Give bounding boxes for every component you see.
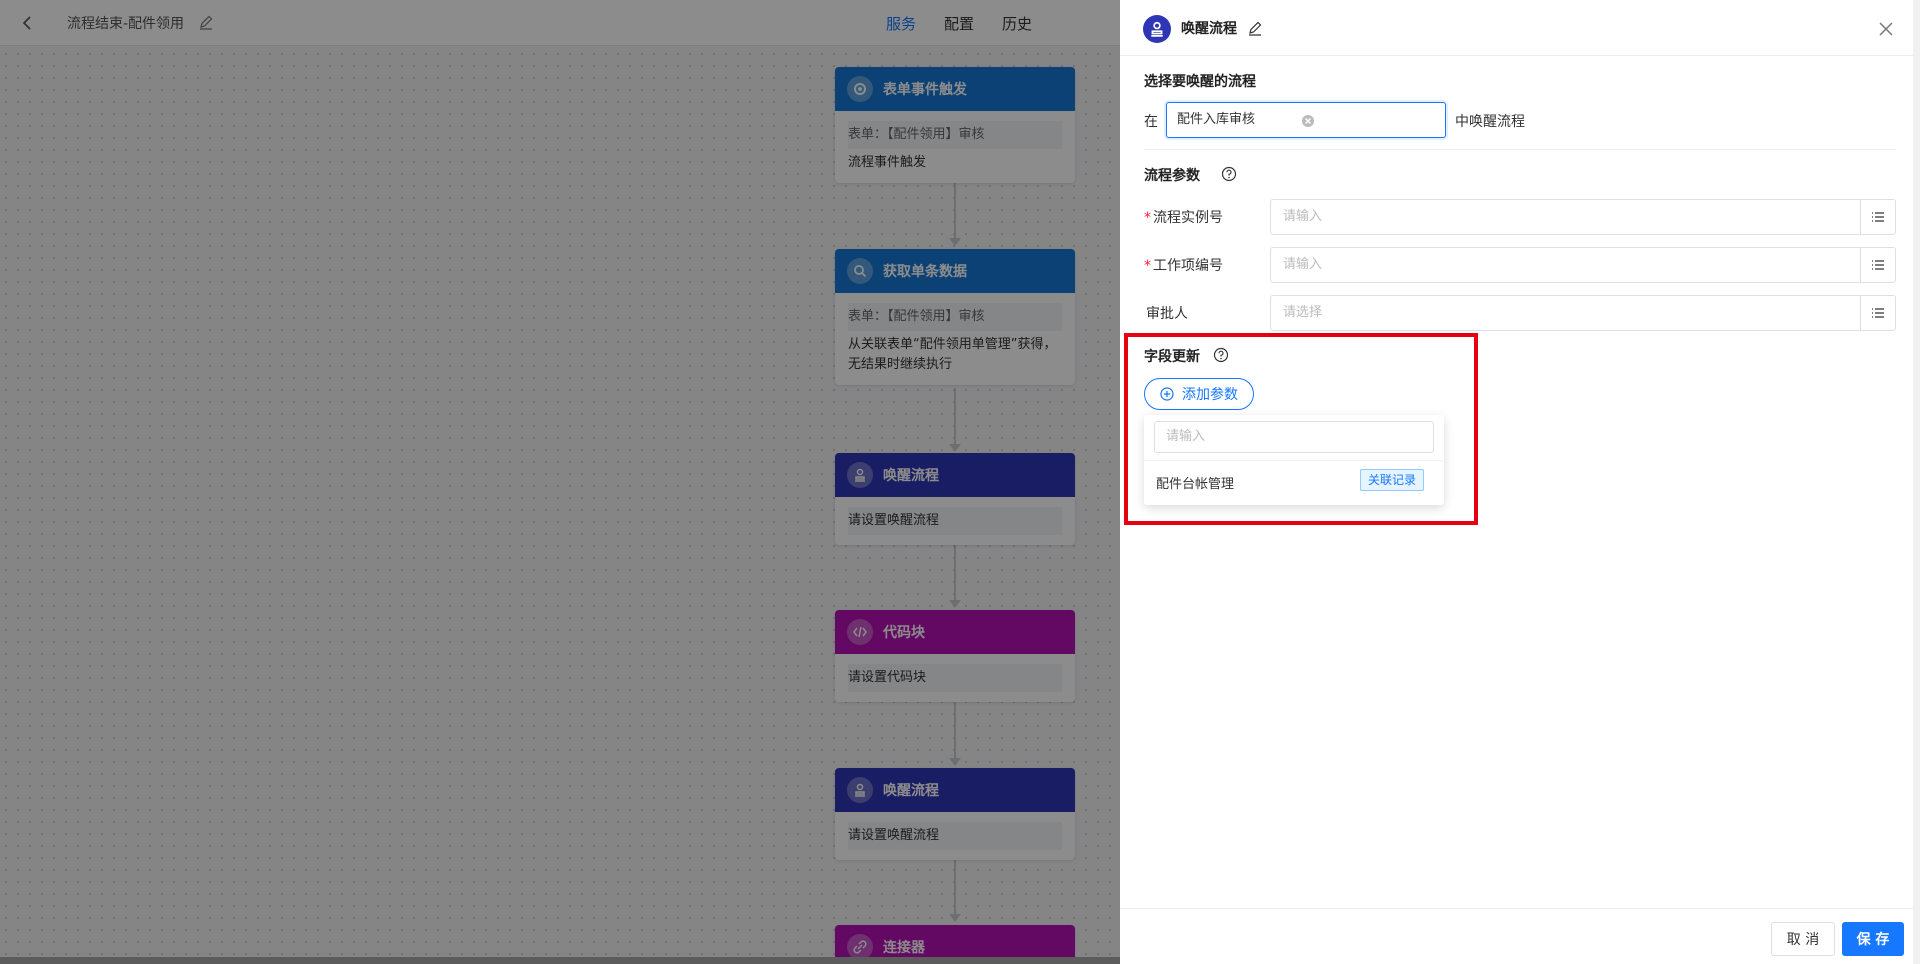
flow-select-value: 配件入库审核 xyxy=(1177,112,1256,127)
horizontal-scrollbar[interactable] xyxy=(0,957,1120,964)
drawer-title: 唤醒流程 xyxy=(1181,21,1237,37)
modal-mask[interactable] xyxy=(0,0,1120,964)
close-icon[interactable] xyxy=(1876,19,1896,39)
param-label: * 流程实例号 xyxy=(1144,210,1223,226)
edit-title-icon[interactable] xyxy=(1247,20,1263,36)
select-flow-title: 选择要唤醒的流程 xyxy=(1144,74,1256,90)
param-label: * 工作项编号 xyxy=(1144,258,1223,274)
stamp-icon xyxy=(1143,15,1171,43)
list-icon xyxy=(1872,308,1884,318)
select-prefix: 在 xyxy=(1144,114,1158,130)
save-button[interactable]: 保 存 xyxy=(1842,922,1904,956)
list-icon xyxy=(1872,260,1884,270)
drawer-header: 唤醒流程 xyxy=(1120,0,1920,56)
select-suffix: 中唤醒流程 xyxy=(1455,114,1525,130)
param-list-button[interactable] xyxy=(1860,295,1896,331)
clear-icon[interactable] xyxy=(1301,114,1315,128)
param-input-workitem-id[interactable]: 请输入 xyxy=(1270,247,1860,283)
list-icon xyxy=(1872,212,1884,222)
param-list-button[interactable] xyxy=(1860,199,1896,235)
param-list-button[interactable] xyxy=(1860,247,1896,283)
param-input-instance-id[interactable]: 请输入 xyxy=(1270,199,1860,235)
highlight-box xyxy=(1124,333,1478,525)
vertical-scrollbar[interactable] xyxy=(1913,0,1920,964)
section-divider xyxy=(1144,149,1896,150)
param-input-approver[interactable]: 请选择 xyxy=(1270,295,1860,331)
param-label: 审批人 xyxy=(1146,306,1188,322)
params-title: 流程参数 xyxy=(1144,168,1200,184)
drawer-footer: 取 消 保 存 xyxy=(1120,908,1920,964)
help-icon[interactable] xyxy=(1221,166,1237,182)
cancel-button[interactable]: 取 消 xyxy=(1771,922,1835,956)
